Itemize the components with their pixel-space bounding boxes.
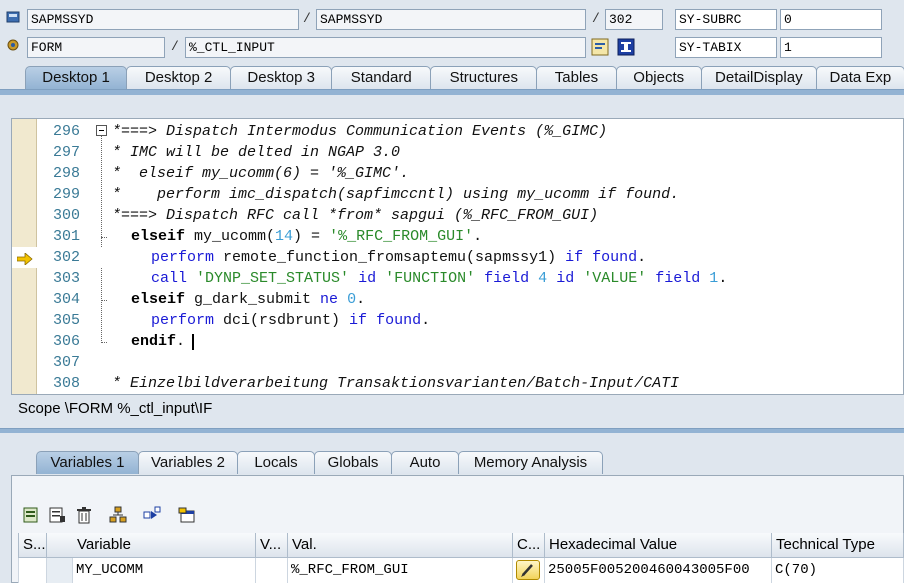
column-header-value[interactable]: Val.	[288, 533, 513, 558]
include-program-field[interactable]: SAPMSSYD	[316, 9, 586, 30]
source-code-editor[interactable]: 296 *===> Dispatch Intermodus Communicati…	[11, 118, 904, 395]
tab-desktop-2[interactable]: Desktop 2	[126, 66, 232, 89]
tab-variables-1[interactable]: Variables 1	[36, 451, 139, 474]
sysfield1-name[interactable]: SY-SUBRC	[675, 9, 777, 30]
tab-desktop-1[interactable]: Desktop 1	[25, 66, 128, 89]
code-text: perform dci(rsdbrunt) if found.	[151, 312, 431, 329]
sysfield2-name[interactable]: SY-TABIX	[675, 37, 777, 58]
sysfield2-value[interactable]: 1	[780, 37, 882, 58]
code-line[interactable]: 306 endif.	[12, 331, 903, 352]
separator: /	[171, 39, 179, 54]
column-header-v[interactable]: V...	[256, 533, 288, 558]
variables-grid[interactable]: S... Variable V... Val. C... Hexadecimal…	[18, 533, 904, 583]
tab-tables[interactable]: Tables	[536, 66, 617, 89]
desktop-tabstrip: Desktop 1 Desktop 2 Desktop 3 Standard S…	[0, 66, 904, 89]
code-line[interactable]: 304 elseif g_dark_submit ne 0.	[12, 289, 903, 310]
hex-value-cell[interactable]: 25005F005200460043005F00	[545, 558, 772, 583]
code-line[interactable]: 299 * perform imc_dispatch(sapfimccntl) u…	[12, 184, 903, 205]
tab-variables-2[interactable]: Variables 2	[138, 451, 238, 474]
routine-name-field[interactable]: %_CTL_INPUT	[185, 37, 586, 58]
delete-icon[interactable]	[75, 506, 93, 524]
column-header-technical-type[interactable]: Technical Type	[772, 533, 904, 558]
tab-structures[interactable]: Structures	[430, 66, 538, 89]
variable-value-cell[interactable]: %_RFC_FROM_GUI	[288, 558, 513, 583]
routine-type-field[interactable]: FORM	[27, 37, 165, 58]
panel-divider	[0, 428, 904, 433]
detail-view-icon[interactable]	[48, 506, 66, 524]
column-header-hex[interactable]: Hexadecimal Value	[545, 533, 772, 558]
tab-auto[interactable]: Auto	[391, 451, 459, 474]
tab-objects[interactable]: Objects	[615, 66, 702, 89]
tab-standard[interactable]: Standard	[331, 66, 432, 89]
code-line[interactable]: 297 * IMC will be delted in NGAP 3.0	[12, 142, 903, 163]
tab-desktop-3[interactable]: Desktop 3	[230, 66, 333, 89]
code-text: elseif g_dark_submit ne 0.	[131, 291, 366, 308]
main-program-field[interactable]: SAPMSSYD	[27, 9, 299, 30]
variables-tabstrip: Variables 1 Variables 2 Locals Globals A…	[0, 451, 904, 474]
row-status-cell[interactable]	[18, 558, 47, 583]
status-icon	[6, 10, 20, 24]
tab-detaildisplay[interactable]: DetailDisplay	[700, 66, 817, 89]
variable-name-cell[interactable]: MY_UCOMM	[73, 558, 256, 583]
select-all-icon[interactable]	[22, 506, 40, 524]
navigate-icon[interactable]	[143, 506, 161, 524]
code-text: elseif my_ucomm(14) = '%_RFC_FROM_GUI'.	[131, 228, 483, 245]
tab-data-explorer[interactable]: Data Exp	[815, 66, 904, 89]
code-line[interactable]: 300 *===> Dispatch RFC call *from* sapgui…	[12, 205, 903, 226]
code-line[interactable]: 307	[12, 352, 903, 373]
tab-locals[interactable]: Locals	[237, 451, 315, 474]
row-selector[interactable]	[47, 558, 73, 583]
scope-label: Scope \FORM %_ctl_input\IF	[18, 400, 213, 417]
display-source-icon[interactable]	[591, 38, 609, 56]
code-text: call 'DYNP_SET_STATUS' id 'FUNCTION' fie…	[151, 270, 728, 287]
line-number-field[interactable]: 302	[605, 9, 663, 30]
change-value-cell[interactable]	[513, 558, 545, 583]
code-line[interactable]: 303 call 'DYNP_SET_STATUS' id 'FUNCTION' …	[12, 268, 903, 289]
variable-v-cell[interactable]	[256, 558, 288, 583]
edit-pencil-icon[interactable]	[516, 560, 540, 580]
current-statement-arrow-icon	[16, 251, 33, 266]
column-header-variable[interactable]: Variable	[73, 533, 256, 558]
routine-type-icon	[6, 38, 20, 52]
tab-memory-analysis[interactable]: Memory Analysis	[458, 451, 603, 474]
code-line[interactable]: 296 *===> Dispatch Intermodus Communicati…	[12, 121, 903, 142]
separator: /	[592, 11, 600, 26]
column-header-change[interactable]: C...	[513, 533, 545, 558]
column-header-status[interactable]: S...	[18, 533, 47, 558]
sysfield1-value[interactable]: 0	[780, 9, 882, 30]
hierarchy-icon[interactable]	[109, 506, 127, 524]
code-text: endif.	[131, 333, 186, 350]
code-line[interactable]: 298 * elseif my_ucomm(6) = '%_GIMC'.	[12, 163, 903, 184]
code-line[interactable]: 308 * Einzelbildverarbeitung Transaktions…	[12, 373, 903, 394]
code-line[interactable]: 301 elseif my_ucomm(14) = '%_RFC_FROM_GUI…	[12, 226, 903, 247]
code-text: perform remote_function_fromsaptemu(sapm…	[151, 249, 647, 266]
code-line[interactable]: 305 perform dci(rsdbrunt) if found.	[12, 310, 903, 331]
layout-icon[interactable]	[178, 506, 196, 524]
separator: /	[303, 11, 311, 26]
tab-globals[interactable]: Globals	[314, 451, 392, 474]
text-cursor	[192, 334, 194, 350]
tab-content-bar	[0, 89, 904, 95]
info-icon[interactable]	[617, 38, 635, 56]
technical-type-cell[interactable]: C(70)	[772, 558, 904, 583]
current-code-line[interactable]: 302 perform remote_function_fromsaptemu(s…	[12, 247, 903, 268]
